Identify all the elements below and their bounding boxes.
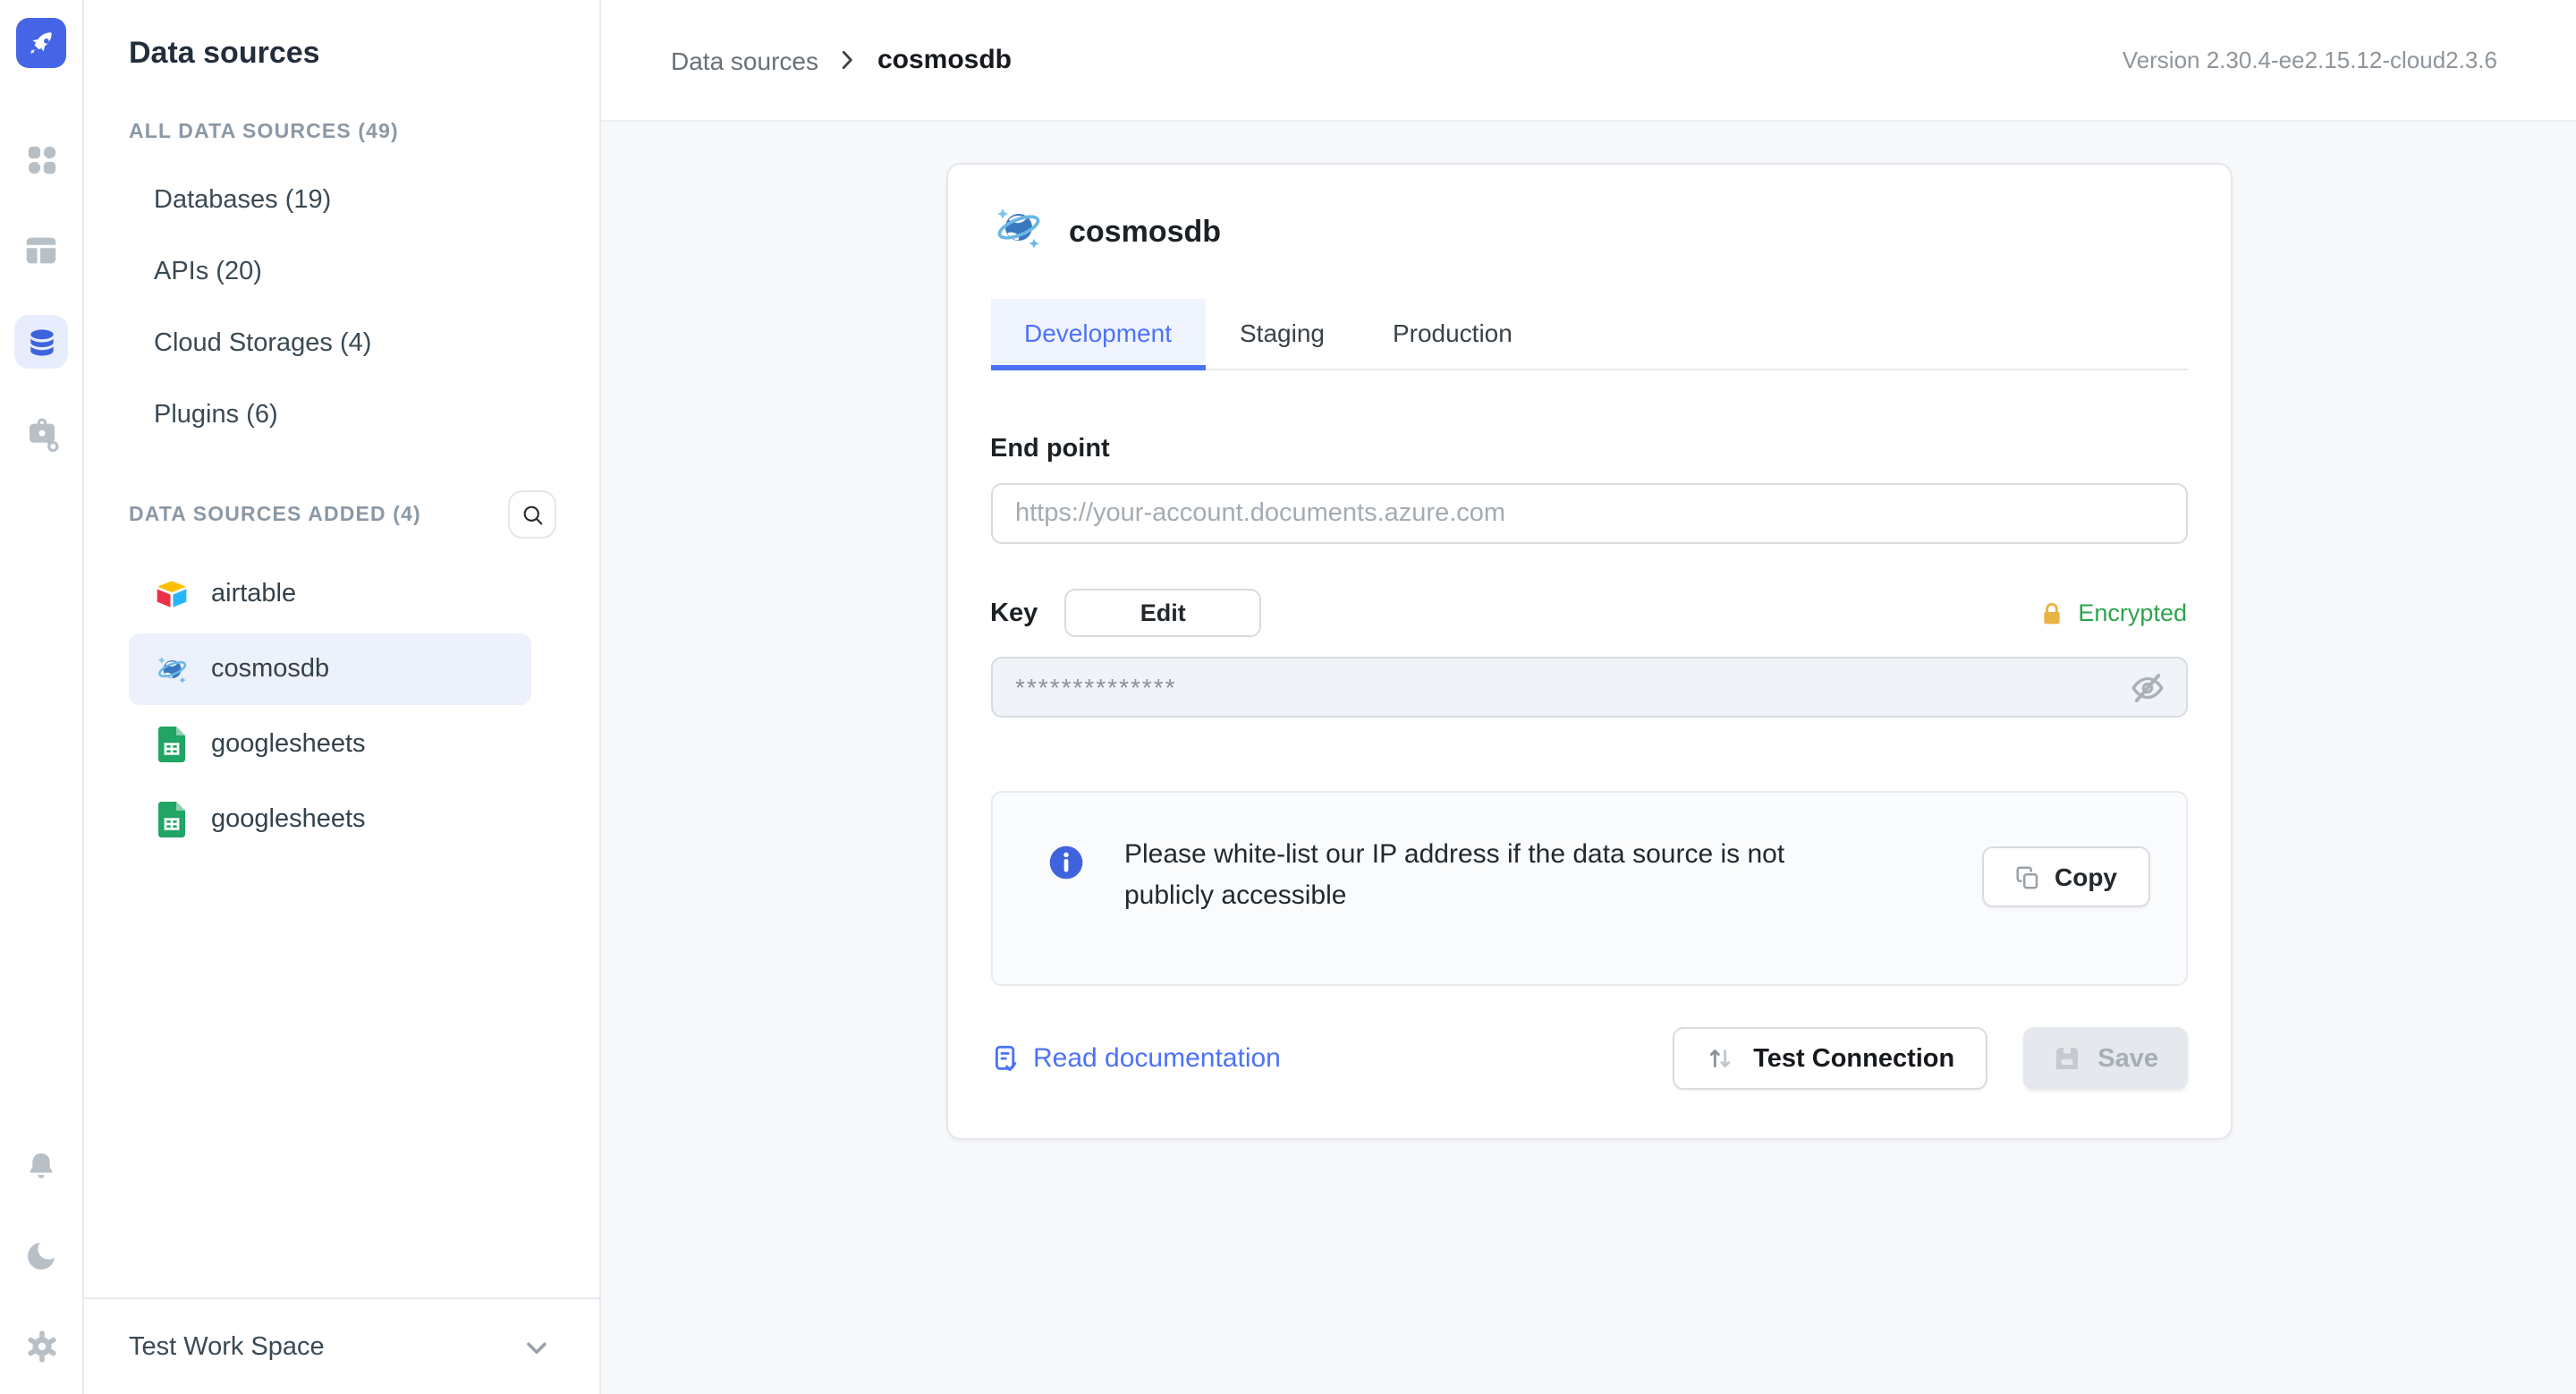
sidebar-item-apis[interactable]: APIs (20) <box>129 236 556 308</box>
datasource-item-googlesheets-1[interactable]: googlesheets <box>129 709 531 780</box>
dark-mode-moon-icon[interactable] <box>14 1229 68 1283</box>
notifications-bell-icon[interactable] <box>14 1140 68 1194</box>
test-connection-button[interactable]: Test Connection <box>1673 1027 1987 1090</box>
key-label: Key <box>990 599 1038 627</box>
main-header: Data sources cosmosdb Version 2.30.4-ee2… <box>601 0 2576 122</box>
googlesheets-icon <box>154 727 190 762</box>
datasource-item-airtable[interactable]: airtable <box>129 558 531 630</box>
app-window: Data sources ALL DATA SOURCES (49) Datab… <box>0 0 2576 1394</box>
main-area: Data sources cosmosdb Version 2.30.4-ee2… <box>601 0 2576 1394</box>
sidebar-title: Data sources <box>129 36 320 70</box>
toggle-visibility-button[interactable] <box>2126 666 2169 709</box>
chevron-down-icon <box>527 1341 547 1354</box>
encrypted-label: Encrypted <box>2078 599 2187 626</box>
ip-whitelist-notice: Please white-list our IP address if the … <box>990 791 2187 986</box>
encrypted-badge: Encrypted <box>2037 599 2187 627</box>
icon-rail <box>0 0 84 1394</box>
endpoint-input[interactable] <box>990 483 2187 544</box>
environment-tabs: Development Staging Production <box>990 299 2187 370</box>
eye-off-icon <box>2131 673 2164 701</box>
layout-icon[interactable] <box>14 224 68 277</box>
documentation-icon <box>994 1045 1016 1072</box>
save-button[interactable]: Save <box>2022 1027 2187 1090</box>
search-icon <box>522 505 542 524</box>
workspace-constants-icon[interactable] <box>14 406 68 460</box>
edit-key-button[interactable]: Edit <box>1064 589 1262 637</box>
tab-development[interactable]: Development <box>990 299 1206 370</box>
datasource-item-cosmosdb[interactable]: cosmosdb <box>129 633 531 705</box>
read-documentation-link[interactable]: Read documentation <box>990 1043 1281 1074</box>
settings-gear-icon[interactable] <box>14 1319 68 1373</box>
tab-production[interactable]: Production <box>1359 299 1546 369</box>
datasource-item-googlesheets-2[interactable]: googlesheets <box>129 784 531 855</box>
copy-icon <box>2015 865 2038 888</box>
key-masked-input[interactable] <box>990 657 2187 718</box>
cosmosdb-icon <box>154 651 190 687</box>
sidebar-item-plugins[interactable]: Plugins (6) <box>129 379 556 451</box>
tab-staging[interactable]: Staging <box>1206 299 1359 369</box>
rocket-icon <box>30 32 52 54</box>
endpoint-label: End point <box>990 435 1110 463</box>
section-data-sources-added: DATA SOURCES ADDED (4) <box>129 504 421 525</box>
arrows-up-down-icon <box>1710 1050 1731 1067</box>
lock-icon <box>2043 601 2060 624</box>
version-label: Version 2.30.4-ee2.15.12-cloud2.3.6 <box>2122 47 2497 73</box>
sidebar-item-cloud-storages[interactable]: Cloud Storages (4) <box>129 308 556 379</box>
breadcrumb-current: cosmosdb <box>877 45 1012 75</box>
form-footer: Read documentation Test Connection Save <box>990 1027 2187 1090</box>
data-sources-icon[interactable] <box>14 315 68 369</box>
content-area: cosmosdb Development Staging Production … <box>601 122 2576 1394</box>
info-icon <box>1046 843 1085 891</box>
search-button[interactable] <box>508 490 556 539</box>
section-all-data-sources: ALL DATA SOURCES (49) <box>129 122 399 143</box>
breadcrumb-data-sources[interactable]: Data sources <box>671 46 818 74</box>
breadcrumb: Data sources cosmosdb <box>671 45 1012 75</box>
copy-ip-button[interactable]: Copy <box>1981 846 2149 907</box>
workspace-switcher[interactable]: Test Work Space <box>84 1297 599 1394</box>
datasource-card: cosmosdb Development Staging Production … <box>945 163 2232 1140</box>
all-data-sources-list: Databases (19) APIs (20) Cloud Storages … <box>129 165 556 451</box>
ip-whitelist-text: Please white-list our IP address if the … <box>1124 839 1785 910</box>
cosmosdb-icon <box>990 200 1044 263</box>
added-data-sources-list: airtable cosmosdb googlesheets googleshe… <box>129 557 556 857</box>
chevron-right-icon <box>843 50 853 70</box>
airtable-icon <box>154 576 190 612</box>
apps-grid-icon[interactable] <box>14 132 68 186</box>
sidebar-item-databases[interactable]: Databases (19) <box>129 165 556 236</box>
save-icon <box>2055 1047 2078 1070</box>
workspace-name: Test Work Space <box>129 1332 325 1361</box>
googlesheets-icon <box>154 802 190 837</box>
tooljet-logo[interactable] <box>16 18 66 68</box>
connection-form: End point Key Edit Encrypted <box>947 370 2230 1138</box>
datasource-title: cosmosdb <box>1069 214 1222 248</box>
sidebar: Data sources ALL DATA SOURCES (49) Datab… <box>84 0 601 1394</box>
